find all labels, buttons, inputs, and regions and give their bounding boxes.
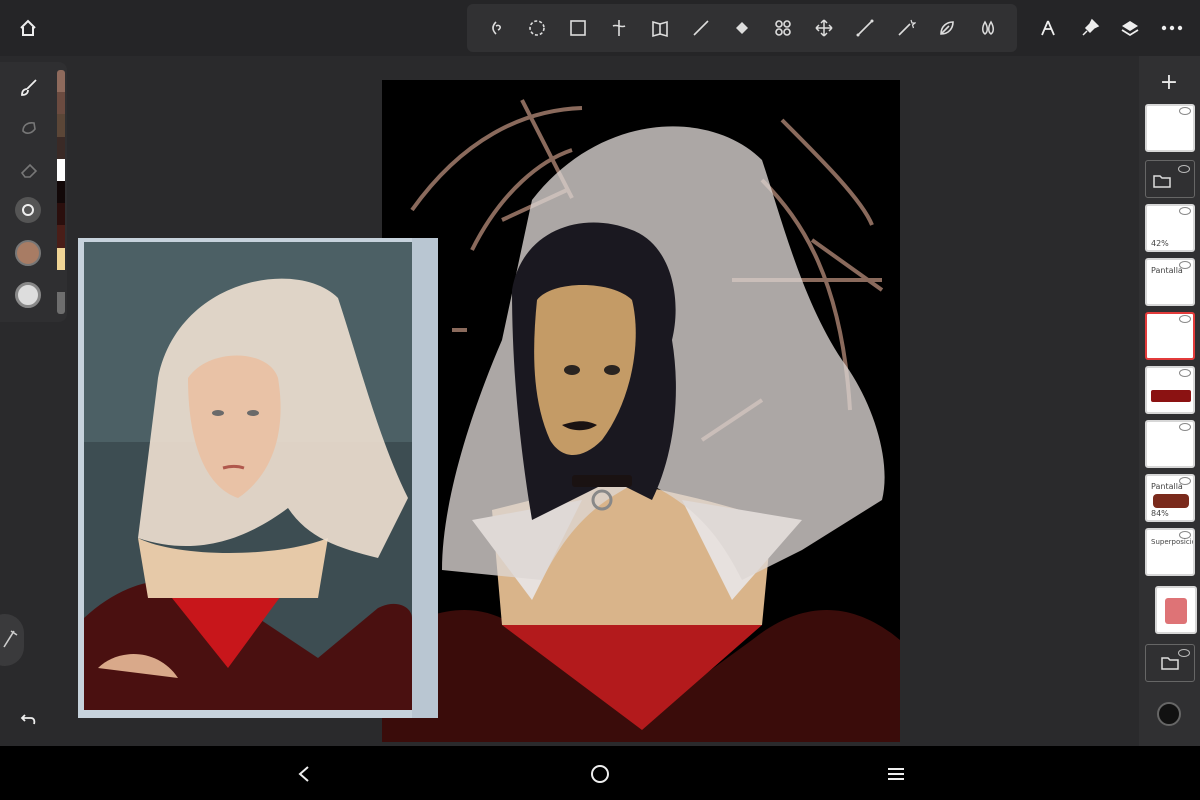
lasso-dotted-icon[interactable] [521, 12, 553, 44]
layer-thumbnail[interactable]: 42% [1145, 204, 1195, 252]
layer-thumbnail[interactable]: Superposición [1145, 528, 1195, 576]
brush-icon[interactable] [14, 74, 44, 102]
visibility-icon[interactable] [1179, 369, 1191, 377]
tool-group [467, 4, 1017, 52]
artwork [382, 99, 900, 742]
canvas-color-button[interactable] [1157, 702, 1181, 726]
choker [572, 475, 632, 487]
layer-folder[interactable] [1145, 160, 1195, 198]
layers-panel: + 42% Pantalla Pantalla 84% Superposició… [1139, 56, 1200, 746]
mirror-icon[interactable] [644, 12, 676, 44]
layers-icon[interactable] [1116, 14, 1144, 42]
layer-folder[interactable] [1145, 644, 1195, 682]
folder-icon [1161, 657, 1179, 670]
color-swatch[interactable] [15, 240, 41, 266]
symmetry-icon[interactable] [767, 12, 799, 44]
layer-thumbnail[interactable] [1145, 104, 1195, 152]
blur-icon[interactable] [972, 12, 1004, 44]
fill-icon[interactable] [726, 12, 758, 44]
visibility-icon[interactable] [1179, 207, 1191, 215]
line-icon[interactable] [685, 12, 717, 44]
layer-thumbnail[interactable]: Pantalla 84% [1145, 474, 1195, 522]
visibility-icon[interactable] [1179, 423, 1191, 431]
pencil-icon [3, 630, 18, 648]
eraser-icon[interactable] [14, 156, 44, 184]
opacity-icon[interactable] [15, 282, 41, 308]
undo-icon[interactable] [16, 706, 42, 732]
home-circle-icon[interactable] [586, 760, 614, 788]
add-layer-icon[interactable]: + [1155, 68, 1183, 96]
rectangle-select-icon[interactable] [562, 12, 594, 44]
color-history[interactable] [57, 70, 65, 314]
drawing-canvas[interactable] [382, 80, 900, 742]
transform-icon[interactable] [603, 12, 635, 44]
layer-thumbnail[interactable] [1145, 420, 1195, 468]
reference-painting [84, 238, 438, 718]
smudge-icon[interactable] [931, 12, 963, 44]
lasso-freeform-icon[interactable] [480, 12, 512, 44]
visibility-icon[interactable] [1179, 315, 1191, 323]
menu-icon[interactable] [882, 760, 910, 788]
visibility-icon[interactable] [1178, 649, 1190, 657]
move-icon[interactable] [808, 12, 840, 44]
back-icon[interactable] [290, 760, 318, 788]
ruler-icon[interactable] [849, 12, 881, 44]
layer-thumbnail-selected[interactable] [1145, 312, 1195, 360]
smudge-tool-icon[interactable] [14, 114, 44, 142]
layer-thumbnail[interactable] [1155, 586, 1197, 634]
home-icon[interactable] [14, 14, 42, 42]
visibility-icon[interactable] [1179, 107, 1191, 115]
brush-size-icon[interactable] [15, 197, 41, 223]
more-icon[interactable] [1156, 14, 1188, 42]
layer-thumbnail[interactable] [1145, 366, 1195, 414]
visibility-icon[interactable] [1178, 165, 1190, 173]
pencil-quick-button[interactable] [0, 614, 24, 666]
layer-thumbnail[interactable]: Pantalla [1145, 258, 1195, 306]
folder-icon [1153, 175, 1171, 188]
magic-wand-icon[interactable] [890, 12, 922, 44]
reference-image[interactable] [78, 238, 438, 718]
compass-icon[interactable] [1034, 14, 1062, 42]
pin-icon[interactable] [1076, 14, 1104, 42]
